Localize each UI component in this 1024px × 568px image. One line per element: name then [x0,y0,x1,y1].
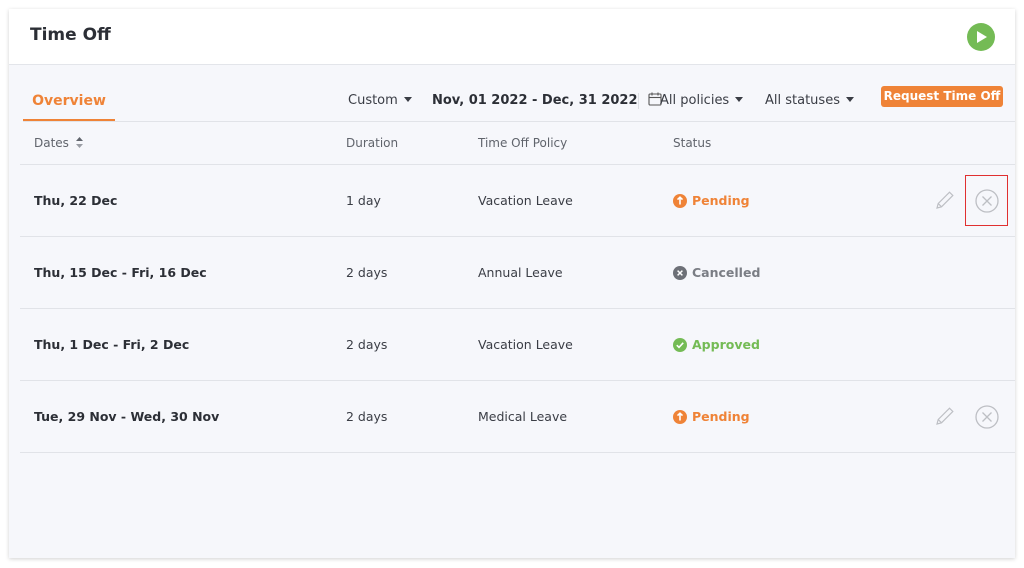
range-type-dropdown[interactable]: Custom [348,93,412,108]
policy-dropdown[interactable]: All policies [660,93,744,108]
status-filter-label: All statuses [765,93,840,108]
tab-overview-label: Overview [32,93,106,109]
status-dropdown[interactable]: All statuses [765,93,854,108]
play-icon [977,31,987,43]
pencil-icon [936,407,954,425]
column-header-policy: Time Off Policy [478,136,568,150]
row-policy: Vacation Leave [478,193,573,208]
row-dates: Thu, 1 Dec - Fri, 2 Dec [34,337,190,352]
table-row: Thu, 1 Dec - Fri, 2 Dec 2 days Vacation … [9,309,1015,381]
table-row: Thu, 22 Dec 1 day Vacation Leave Pending [9,165,1015,237]
page-title: Time Off [30,25,111,45]
range-type-label: Custom [348,93,398,108]
edit-button[interactable] [934,405,956,431]
date-range-picker[interactable]: Nov, 01 2022 - Dec, 31 2022 [432,92,662,108]
row-policy: Vacation Leave [478,337,573,352]
pending-icon [673,409,687,424]
column-header-dates-label: Dates [34,136,69,150]
row-duration: 2 days [346,337,388,352]
status-label: Pending [692,193,750,208]
table-row: Thu, 15 Dec - Fri, 16 Dec 2 days Annual … [9,237,1015,309]
row-duration: 2 days [346,409,388,424]
column-header-status: Status [673,136,712,150]
tab-overview[interactable]: Overview [23,89,115,122]
status-label: Pending [692,409,750,424]
status-badge: Approved [673,337,760,353]
caret-down-icon [735,97,744,102]
row-dates: Thu, 22 Dec [34,193,118,208]
play-button[interactable] [967,23,995,51]
table-row: Tue, 29 Nov - Wed, 30 Nov 2 days Medical… [9,381,1015,453]
pending-icon [673,193,687,208]
column-header-dates[interactable]: Dates [34,136,83,150]
caret-down-icon [845,97,854,102]
row-policy: Annual Leave [478,265,563,280]
status-label: Cancelled [692,265,761,280]
close-circle-icon [975,405,999,429]
row-dates: Thu, 15 Dec - Fri, 16 Dec [34,265,207,280]
request-time-off-button[interactable]: Request Time Off [881,86,1003,107]
row-dates: Tue, 29 Nov - Wed, 30 Nov [34,409,220,424]
row-divider [20,452,1015,453]
column-header-duration: Duration [346,136,399,150]
row-duration: 1 day [346,193,381,208]
pencil-icon [936,191,954,209]
date-range-label: Nov, 01 2022 - Dec, 31 2022 [432,93,638,108]
status-badge: Cancelled [673,265,760,281]
status-label: Approved [692,337,760,352]
caret-down-icon [403,97,412,102]
highlight-box [965,175,1008,226]
cancelled-icon [673,265,687,280]
tab-divider [23,121,1015,122]
sort-icon [75,137,83,148]
status-badge: Pending [673,409,750,425]
check-circle-icon [673,337,687,352]
policy-label: All policies [660,93,730,108]
row-policy: Medical Leave [478,409,568,424]
status-badge: Pending [673,193,750,209]
header: Time Off [9,9,1015,65]
cancel-request-button[interactable] [975,405,999,433]
filter-separator [638,93,639,109]
time-off-card: Time Off Overview Custom Nov, 01 2022 - … [9,9,1015,558]
edit-button[interactable] [934,189,956,215]
row-duration: 2 days [346,265,388,280]
